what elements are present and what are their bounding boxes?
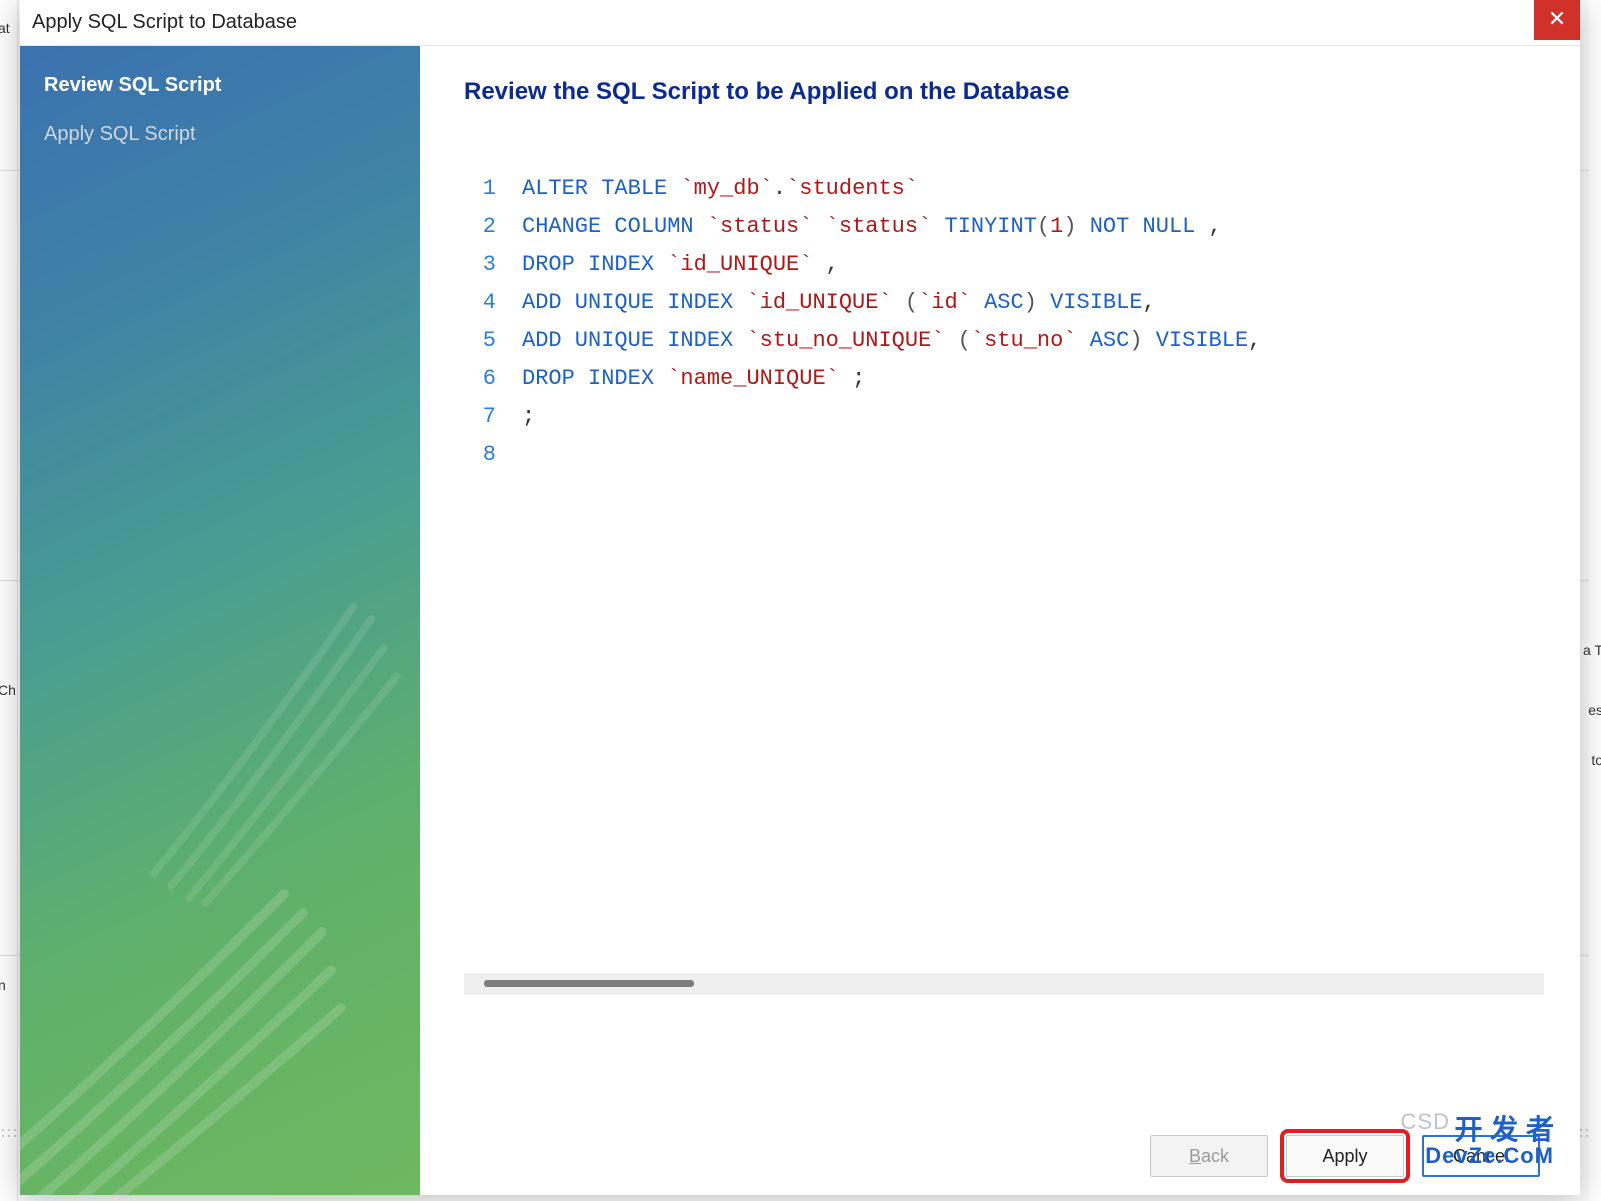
- cancel-button[interactable]: Cancel: [1422, 1135, 1540, 1177]
- dialog-main: Review the SQL Script to be Applied on t…: [420, 46, 1580, 1195]
- cancel-button-label: Cancel: [1453, 1146, 1509, 1167]
- code-content[interactable]: DROP INDEX `id_UNIQUE` ,: [522, 246, 1544, 284]
- sql-editor[interactable]: 1ALTER TABLE `my_db`.`students`2CHANGE C…: [464, 170, 1544, 969]
- apply-button-label: Apply: [1322, 1146, 1367, 1167]
- close-button[interactable]: [1534, 0, 1580, 40]
- code-content[interactable]: ADD UNIQUE INDEX `id_UNIQUE` (`id` ASC) …: [522, 284, 1544, 322]
- line-number: 7: [464, 398, 522, 436]
- code-content[interactable]: ADD UNIQUE INDEX `stu_no_UNIQUE` (`stu_n…: [522, 322, 1544, 360]
- apply-sql-dialog: Apply SQL Script to Database Review SQL …: [20, 0, 1580, 1195]
- editor-line[interactable]: 6DROP INDEX `name_UNIQUE` ;: [464, 360, 1544, 398]
- line-number: 2: [464, 208, 522, 246]
- line-number: 6: [464, 360, 522, 398]
- code-content[interactable]: [522, 436, 1544, 474]
- wizard-sidebar: Review SQL Script Apply SQL Script: [20, 46, 420, 1195]
- close-icon: [1550, 11, 1564, 30]
- sidebar-decor-icon: [94, 569, 420, 921]
- code-content[interactable]: ;: [522, 398, 1544, 436]
- line-number: 3: [464, 246, 522, 284]
- editor-line[interactable]: 2CHANGE COLUMN `status` `status` TINYINT…: [464, 208, 1544, 246]
- scrollbar-thumb[interactable]: [484, 980, 694, 987]
- editor-line[interactable]: 1ALTER TABLE `my_db`.`students`: [464, 170, 1544, 208]
- bg-left-label: n: [0, 975, 6, 995]
- background-left-strip: [0, 0, 18, 1201]
- editor-line[interactable]: 4ADD UNIQUE INDEX `id_UNIQUE` (`id` ASC)…: [464, 284, 1544, 322]
- line-number: 1: [464, 170, 522, 208]
- background-right-strip: [1589, 0, 1601, 1201]
- wizard-step-review[interactable]: Review SQL Script: [44, 66, 396, 105]
- bg-left-label: at: [0, 18, 10, 38]
- editor-line[interactable]: 3DROP INDEX `id_UNIQUE` ,: [464, 246, 1544, 284]
- bg-right-label: to: [1591, 750, 1601, 770]
- wizard-step-apply[interactable]: Apply SQL Script: [44, 115, 396, 154]
- page-heading: Review the SQL Script to be Applied on t…: [464, 78, 1544, 106]
- bg-left-label: Ch: [0, 680, 16, 700]
- editor-horizontal-scrollbar[interactable]: [464, 973, 1544, 995]
- code-content[interactable]: DROP INDEX `name_UNIQUE` ;: [522, 360, 1544, 398]
- back-button: Back: [1150, 1135, 1268, 1177]
- dialog-titlebar[interactable]: Apply SQL Script to Database: [20, 0, 1580, 46]
- editor-line[interactable]: 7;: [464, 398, 1544, 436]
- code-content[interactable]: CHANGE COLUMN `status` `status` TINYINT(…: [522, 208, 1544, 246]
- apply-button[interactable]: Apply: [1286, 1135, 1404, 1177]
- editor-line[interactable]: 8: [464, 436, 1544, 474]
- dialog-button-row: Back Apply Cancel: [464, 1135, 1544, 1177]
- line-number: 4: [464, 284, 522, 322]
- dialog-title: Apply SQL Script to Database: [32, 11, 297, 34]
- sidebar-decor-icon: [20, 875, 360, 1195]
- dialog-body: Review SQL Script Apply SQL Script Revie…: [20, 46, 1580, 1195]
- bg-right-label: a T: [1583, 640, 1601, 660]
- editor-line[interactable]: 5ADD UNIQUE INDEX `stu_no_UNIQUE` (`stu_…: [464, 322, 1544, 360]
- bg-right-label: es: [1588, 700, 1601, 720]
- line-number: 8: [464, 436, 522, 474]
- code-content[interactable]: ALTER TABLE `my_db`.`students`: [522, 170, 1544, 208]
- line-number: 5: [464, 322, 522, 360]
